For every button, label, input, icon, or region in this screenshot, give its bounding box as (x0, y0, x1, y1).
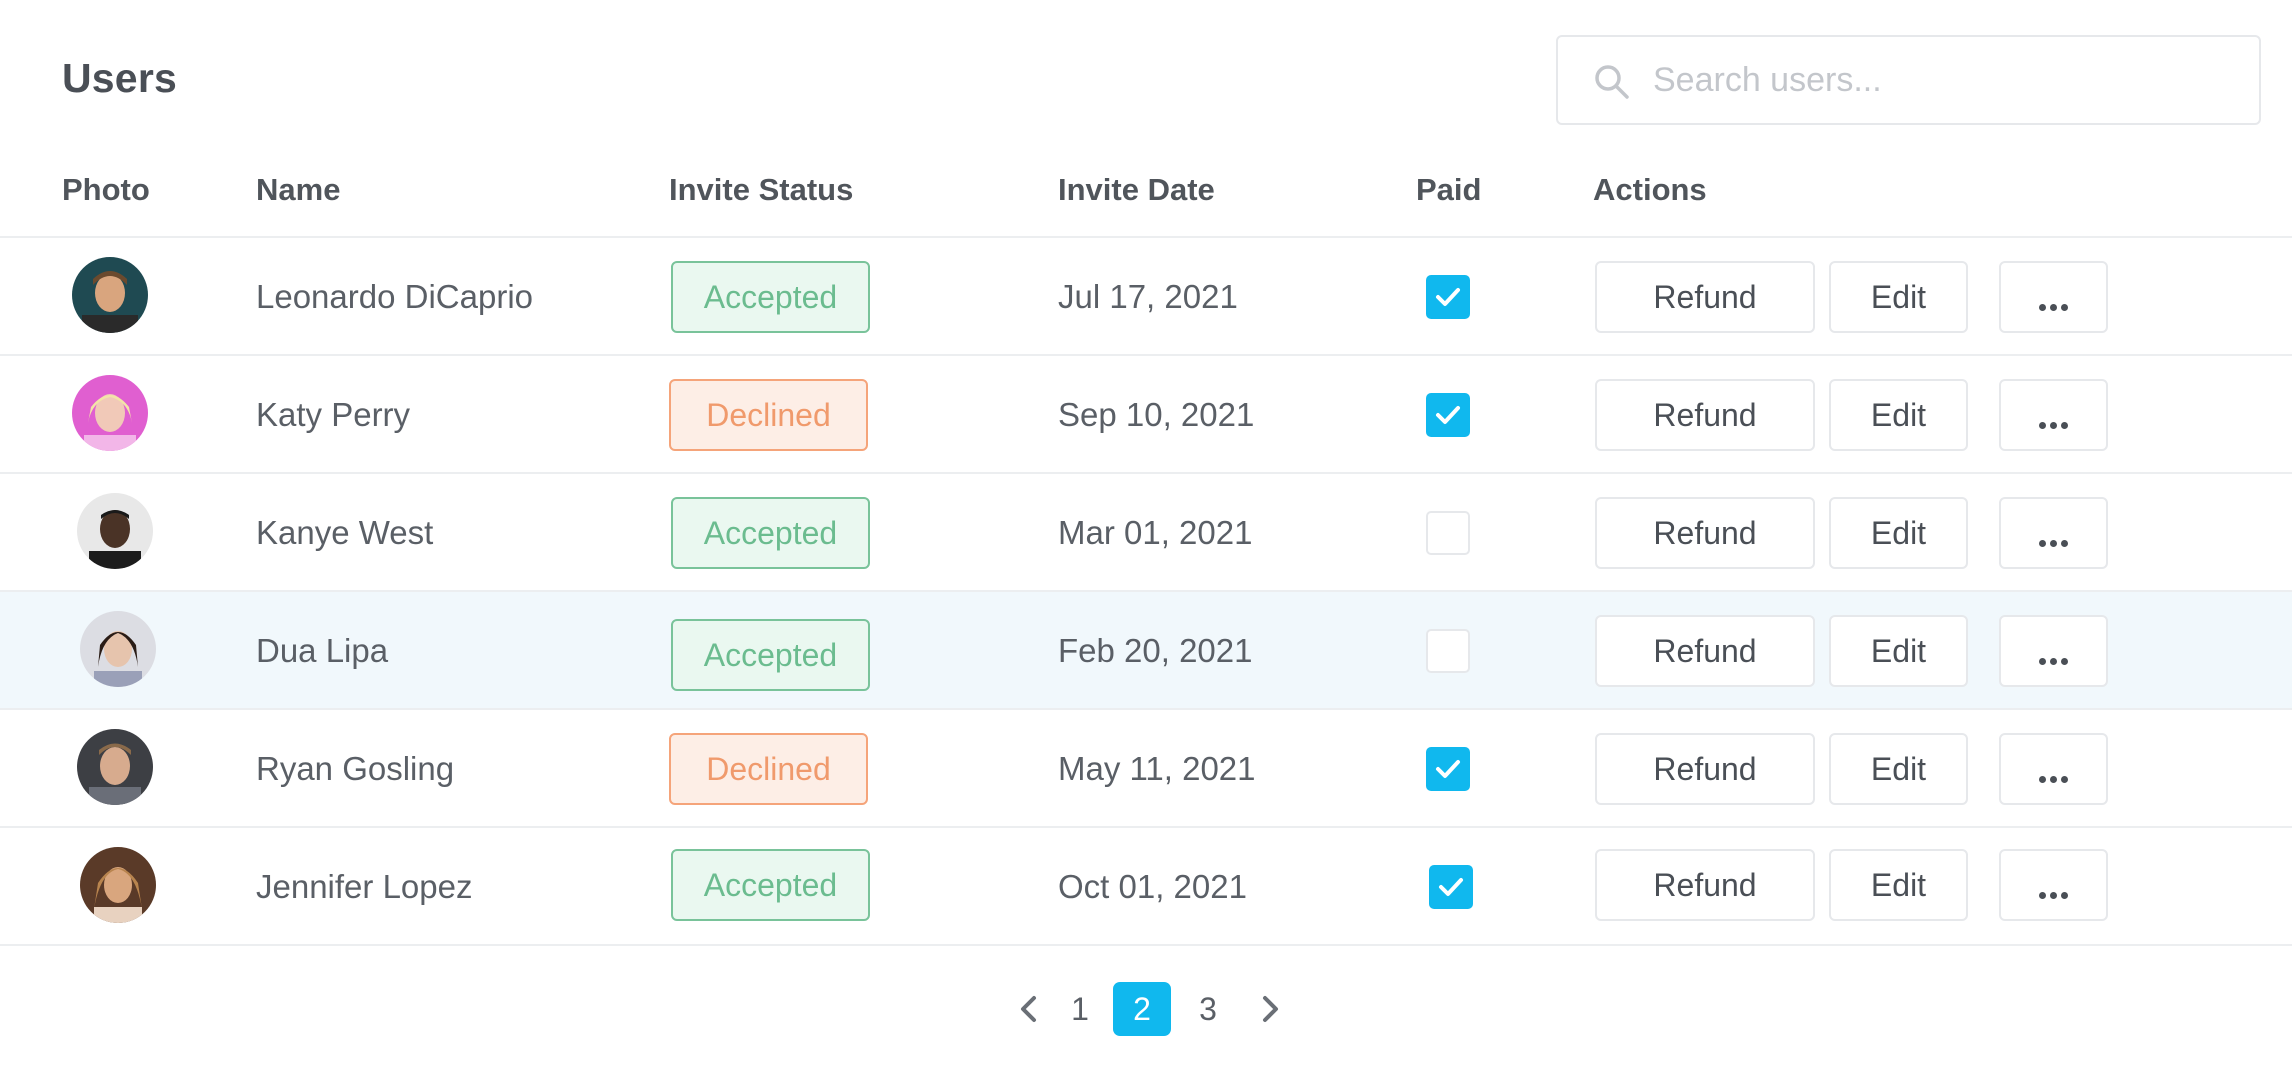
search-icon (1592, 62, 1632, 102)
more-horizontal-icon (2037, 384, 2070, 452)
status-badge: Declined (669, 379, 868, 451)
avatar (77, 729, 153, 805)
more-horizontal-icon (2037, 854, 2070, 922)
user-name: Jennifer Lopez (256, 868, 473, 905)
more-horizontal-icon (2037, 738, 2070, 806)
page-1-button[interactable]: 1 (1066, 982, 1094, 1036)
refund-button[interactable]: Refund (1595, 733, 1815, 805)
more-actions-button[interactable] (1999, 733, 2108, 805)
more-actions-button[interactable] (1999, 497, 2108, 569)
more-horizontal-icon (2037, 620, 2070, 688)
column-header-actions: Actions (1593, 172, 1707, 207)
column-header-invite-status: Invite Status (669, 172, 854, 207)
search-input[interactable] (1653, 37, 2243, 123)
more-actions-button[interactable] (1999, 849, 2108, 921)
refund-button[interactable]: Refund (1595, 849, 1815, 921)
paid-checkbox[interactable] (1426, 629, 1470, 673)
table-row[interactable]: Katy Perry Declined Sep 10, 2021 Refund … (0, 356, 2292, 474)
status-badge: Accepted (671, 619, 870, 691)
more-actions-button[interactable] (1999, 379, 2108, 451)
more-actions-button[interactable] (1999, 615, 2108, 687)
page-2-button[interactable]: 2 (1113, 982, 1171, 1036)
paid-checkbox[interactable] (1426, 511, 1470, 555)
avatar (72, 375, 148, 451)
table-row[interactable]: Ryan Gosling Declined May 11, 2021 Refun… (0, 710, 2292, 828)
invite-date: Jul 17, 2021 (1058, 278, 1238, 315)
status-badge: Accepted (671, 497, 870, 569)
table-row[interactable]: Leonardo DiCaprio Accepted Jul 17, 2021 … (0, 238, 2292, 356)
edit-button[interactable]: Edit (1829, 261, 1968, 333)
pagination: 1 2 3 (0, 982, 2292, 1036)
refund-button[interactable]: Refund (1595, 497, 1815, 569)
search-box[interactable] (1556, 35, 2261, 125)
invite-date: Feb 20, 2021 (1058, 632, 1253, 669)
more-horizontal-icon (2037, 266, 2070, 334)
status-badge: Accepted (671, 261, 870, 333)
column-header-name: Name (256, 172, 341, 207)
table-row[interactable]: Jennifer Lopez Accepted Oct 01, 2021 Ref… (0, 828, 2292, 946)
edit-button[interactable]: Edit (1829, 615, 1968, 687)
edit-button[interactable]: Edit (1829, 497, 1968, 569)
user-name: Leonardo DiCaprio (256, 278, 534, 315)
status-badge: Accepted (671, 849, 870, 921)
edit-button[interactable]: Edit (1829, 379, 1968, 451)
user-name: Katy Perry (256, 396, 411, 433)
table-row[interactable]: Kanye West Accepted Mar 01, 2021 Refund … (0, 474, 2292, 592)
more-actions-button[interactable] (1999, 261, 2108, 333)
status-badge: Declined (669, 733, 868, 805)
refund-button[interactable]: Refund (1595, 615, 1815, 687)
column-header-invite-date: Invite Date (1058, 172, 1215, 207)
page-title: Users (62, 55, 177, 101)
user-name: Ryan Gosling (256, 750, 455, 787)
paid-checkbox[interactable] (1426, 275, 1470, 319)
paid-checkbox[interactable] (1426, 393, 1470, 437)
refund-button[interactable]: Refund (1595, 261, 1815, 333)
edit-button[interactable]: Edit (1829, 733, 1968, 805)
table-row[interactable]: Dua Lipa Accepted Feb 20, 2021 Refund Ed… (0, 592, 2292, 710)
invite-date: Mar 01, 2021 (1058, 514, 1253, 551)
avatar (80, 847, 156, 923)
refund-button[interactable]: Refund (1595, 379, 1815, 451)
page-3-button[interactable]: 3 (1194, 982, 1222, 1036)
avatar (77, 493, 153, 569)
invite-date: Sep 10, 2021 (1058, 396, 1255, 433)
more-horizontal-icon (2037, 502, 2070, 570)
chevron-left-icon[interactable] (1009, 989, 1049, 1029)
column-header-photo: Photo (62, 172, 150, 207)
chevron-right-icon[interactable] (1250, 989, 1290, 1029)
user-name: Kanye West (256, 514, 434, 551)
avatar (72, 257, 148, 333)
invite-date: Oct 01, 2021 (1058, 868, 1247, 905)
paid-checkbox[interactable] (1429, 865, 1473, 909)
avatar (80, 611, 156, 687)
invite-date: May 11, 2021 (1058, 750, 1256, 787)
user-name: Dua Lipa (256, 632, 389, 669)
edit-button[interactable]: Edit (1829, 849, 1968, 921)
paid-checkbox[interactable] (1426, 747, 1470, 791)
column-header-paid: Paid (1416, 172, 1482, 207)
